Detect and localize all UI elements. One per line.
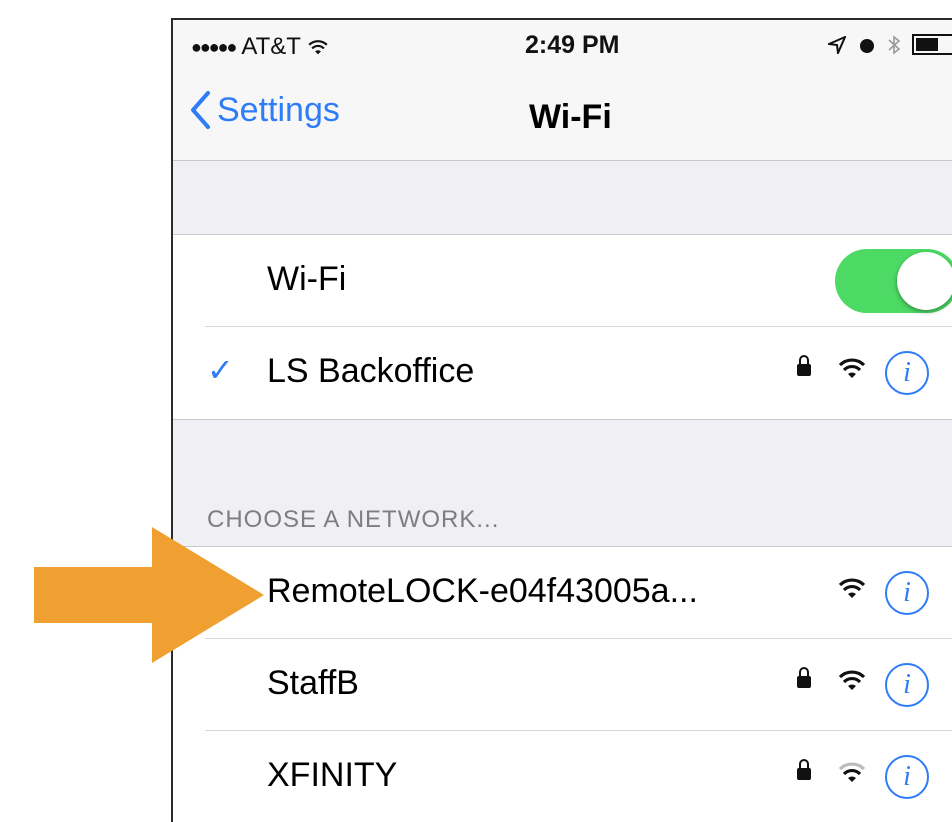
network-name: StaffB — [267, 664, 359, 702]
battery-icon — [912, 34, 952, 55]
alarm-icon — [860, 38, 874, 53]
phone-screen: ●●●●● AT&T 2:49 PM Settings Wi-Fi Wi-Fi … — [171, 18, 952, 822]
lock-icon — [797, 667, 811, 688]
toggle-knob — [897, 252, 952, 310]
checkmark-icon: ✓ — [207, 352, 234, 388]
page-title: Wi-Fi — [529, 98, 612, 136]
back-button[interactable]: Settings — [189, 90, 340, 130]
wifi-signal-icon — [838, 670, 866, 690]
lock-icon — [797, 355, 811, 376]
connected-network-row[interactable]: ✓ LS Backoffice i — [173, 327, 952, 419]
wifi-toggle-row: Wi-Fi — [173, 235, 952, 327]
wifi-signal-icon — [838, 358, 866, 378]
network-name: LS Backoffice — [267, 352, 475, 390]
info-icon[interactable]: i — [885, 351, 929, 395]
network-name: RemoteLOCK-e04f43005a... — [267, 572, 698, 610]
network-row[interactable]: StaffB i — [173, 639, 952, 731]
info-icon[interactable]: i — [885, 663, 929, 707]
status-bar: ●●●●● AT&T 2:49 PM — [173, 20, 952, 74]
annotation-arrow-icon — [34, 527, 264, 663]
back-button-label: Settings — [217, 90, 340, 129]
available-networks-list: RemoteLOCK-e04f43005a... i StaffB i XFIN… — [173, 546, 952, 822]
bluetooth-icon — [888, 34, 900, 55]
wifi-settings-group: Wi-Fi ✓ LS Backoffice i — [173, 234, 952, 420]
carrier-name: AT&T — [241, 33, 301, 60]
info-icon[interactable]: i — [885, 755, 929, 799]
network-row[interactable]: XFINITY i — [173, 731, 952, 822]
lock-icon — [797, 759, 811, 780]
network-row[interactable]: RemoteLOCK-e04f43005a... i — [173, 547, 952, 639]
wifi-signal-icon — [838, 762, 866, 782]
wifi-signal-icon — [838, 578, 866, 598]
info-icon[interactable]: i — [885, 571, 929, 615]
clock: 2:49 PM — [525, 31, 620, 59]
chevron-left-icon — [191, 91, 210, 129]
location-icon — [828, 35, 846, 54]
wifi-status-icon — [308, 40, 328, 55]
wifi-toggle-switch[interactable] — [835, 249, 952, 313]
navigation-bar: Settings Wi-Fi — [173, 74, 952, 161]
signal-strength-icon: ●●●●● — [191, 36, 237, 57]
network-name: XFINITY — [267, 756, 398, 794]
wifi-toggle-label: Wi-Fi — [267, 260, 347, 298]
